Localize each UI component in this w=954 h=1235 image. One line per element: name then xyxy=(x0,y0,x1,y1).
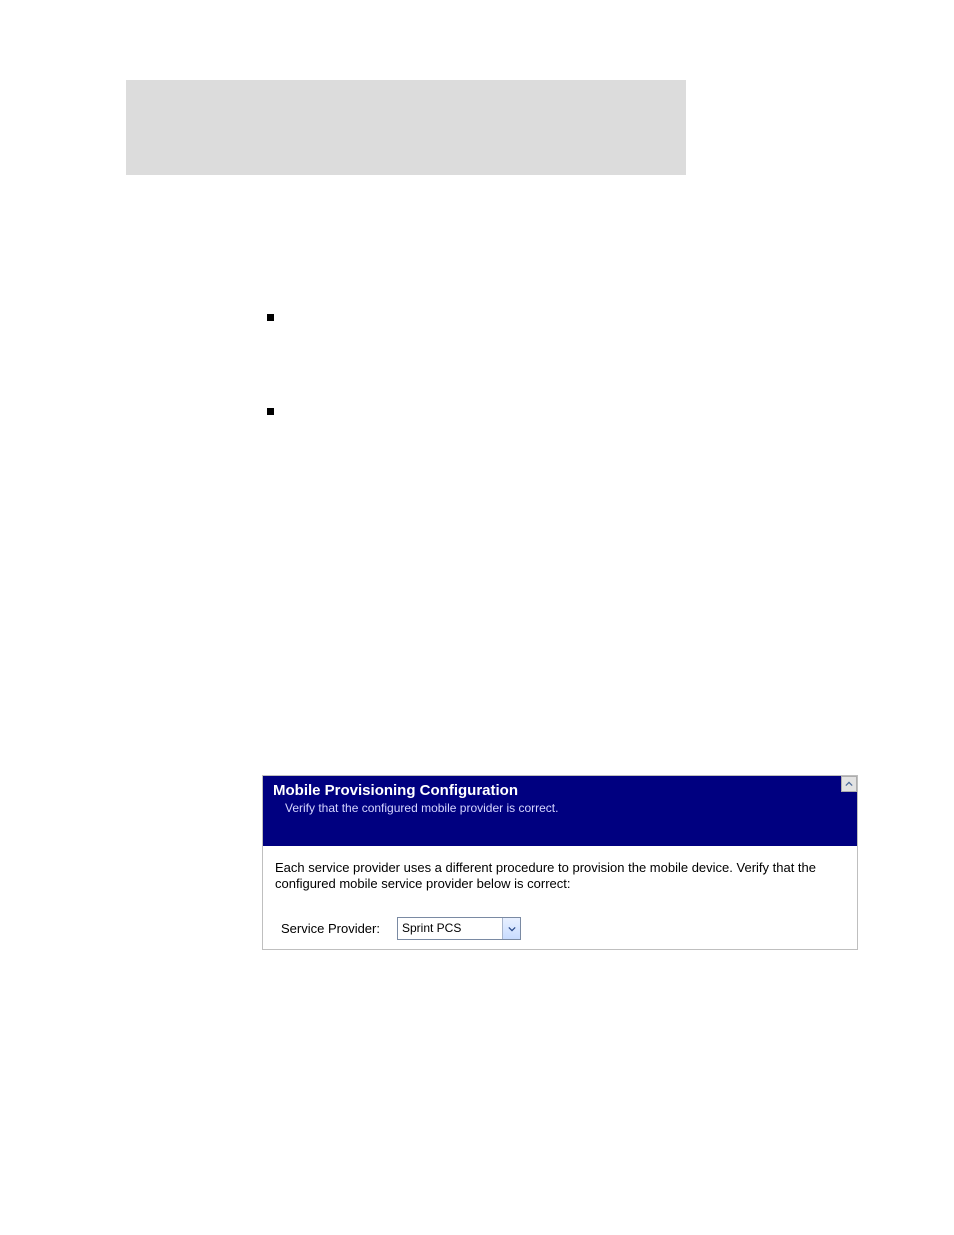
dialog-subtitle: Verify that the configured mobile provid… xyxy=(273,799,847,815)
service-provider-label: Service Provider: xyxy=(281,921,397,937)
chevron-up-icon xyxy=(845,780,853,788)
bullet-icon xyxy=(263,310,277,324)
service-provider-row: Service Provider: Sprint PCS xyxy=(275,917,845,940)
dropdown-button[interactable] xyxy=(502,918,520,939)
dialog-header: Mobile Provisioning Configuration Verify… xyxy=(263,776,857,846)
page-canvas: Mobile Provisioning Configuration Verify… xyxy=(0,0,954,1235)
bullet-icon xyxy=(263,404,277,418)
chevron-down-icon xyxy=(508,925,516,933)
service-provider-value: Sprint PCS xyxy=(398,921,502,935)
gray-block xyxy=(126,80,686,175)
dialog-body: Each service provider uses a different p… xyxy=(263,846,857,940)
service-provider-dropdown[interactable]: Sprint PCS xyxy=(397,917,521,940)
dialog-title: Mobile Provisioning Configuration xyxy=(273,782,847,799)
dialog-body-text: Each service provider uses a different p… xyxy=(275,860,845,891)
provisioning-dialog: Mobile Provisioning Configuration Verify… xyxy=(262,775,858,950)
scroll-up-button[interactable] xyxy=(841,776,857,792)
